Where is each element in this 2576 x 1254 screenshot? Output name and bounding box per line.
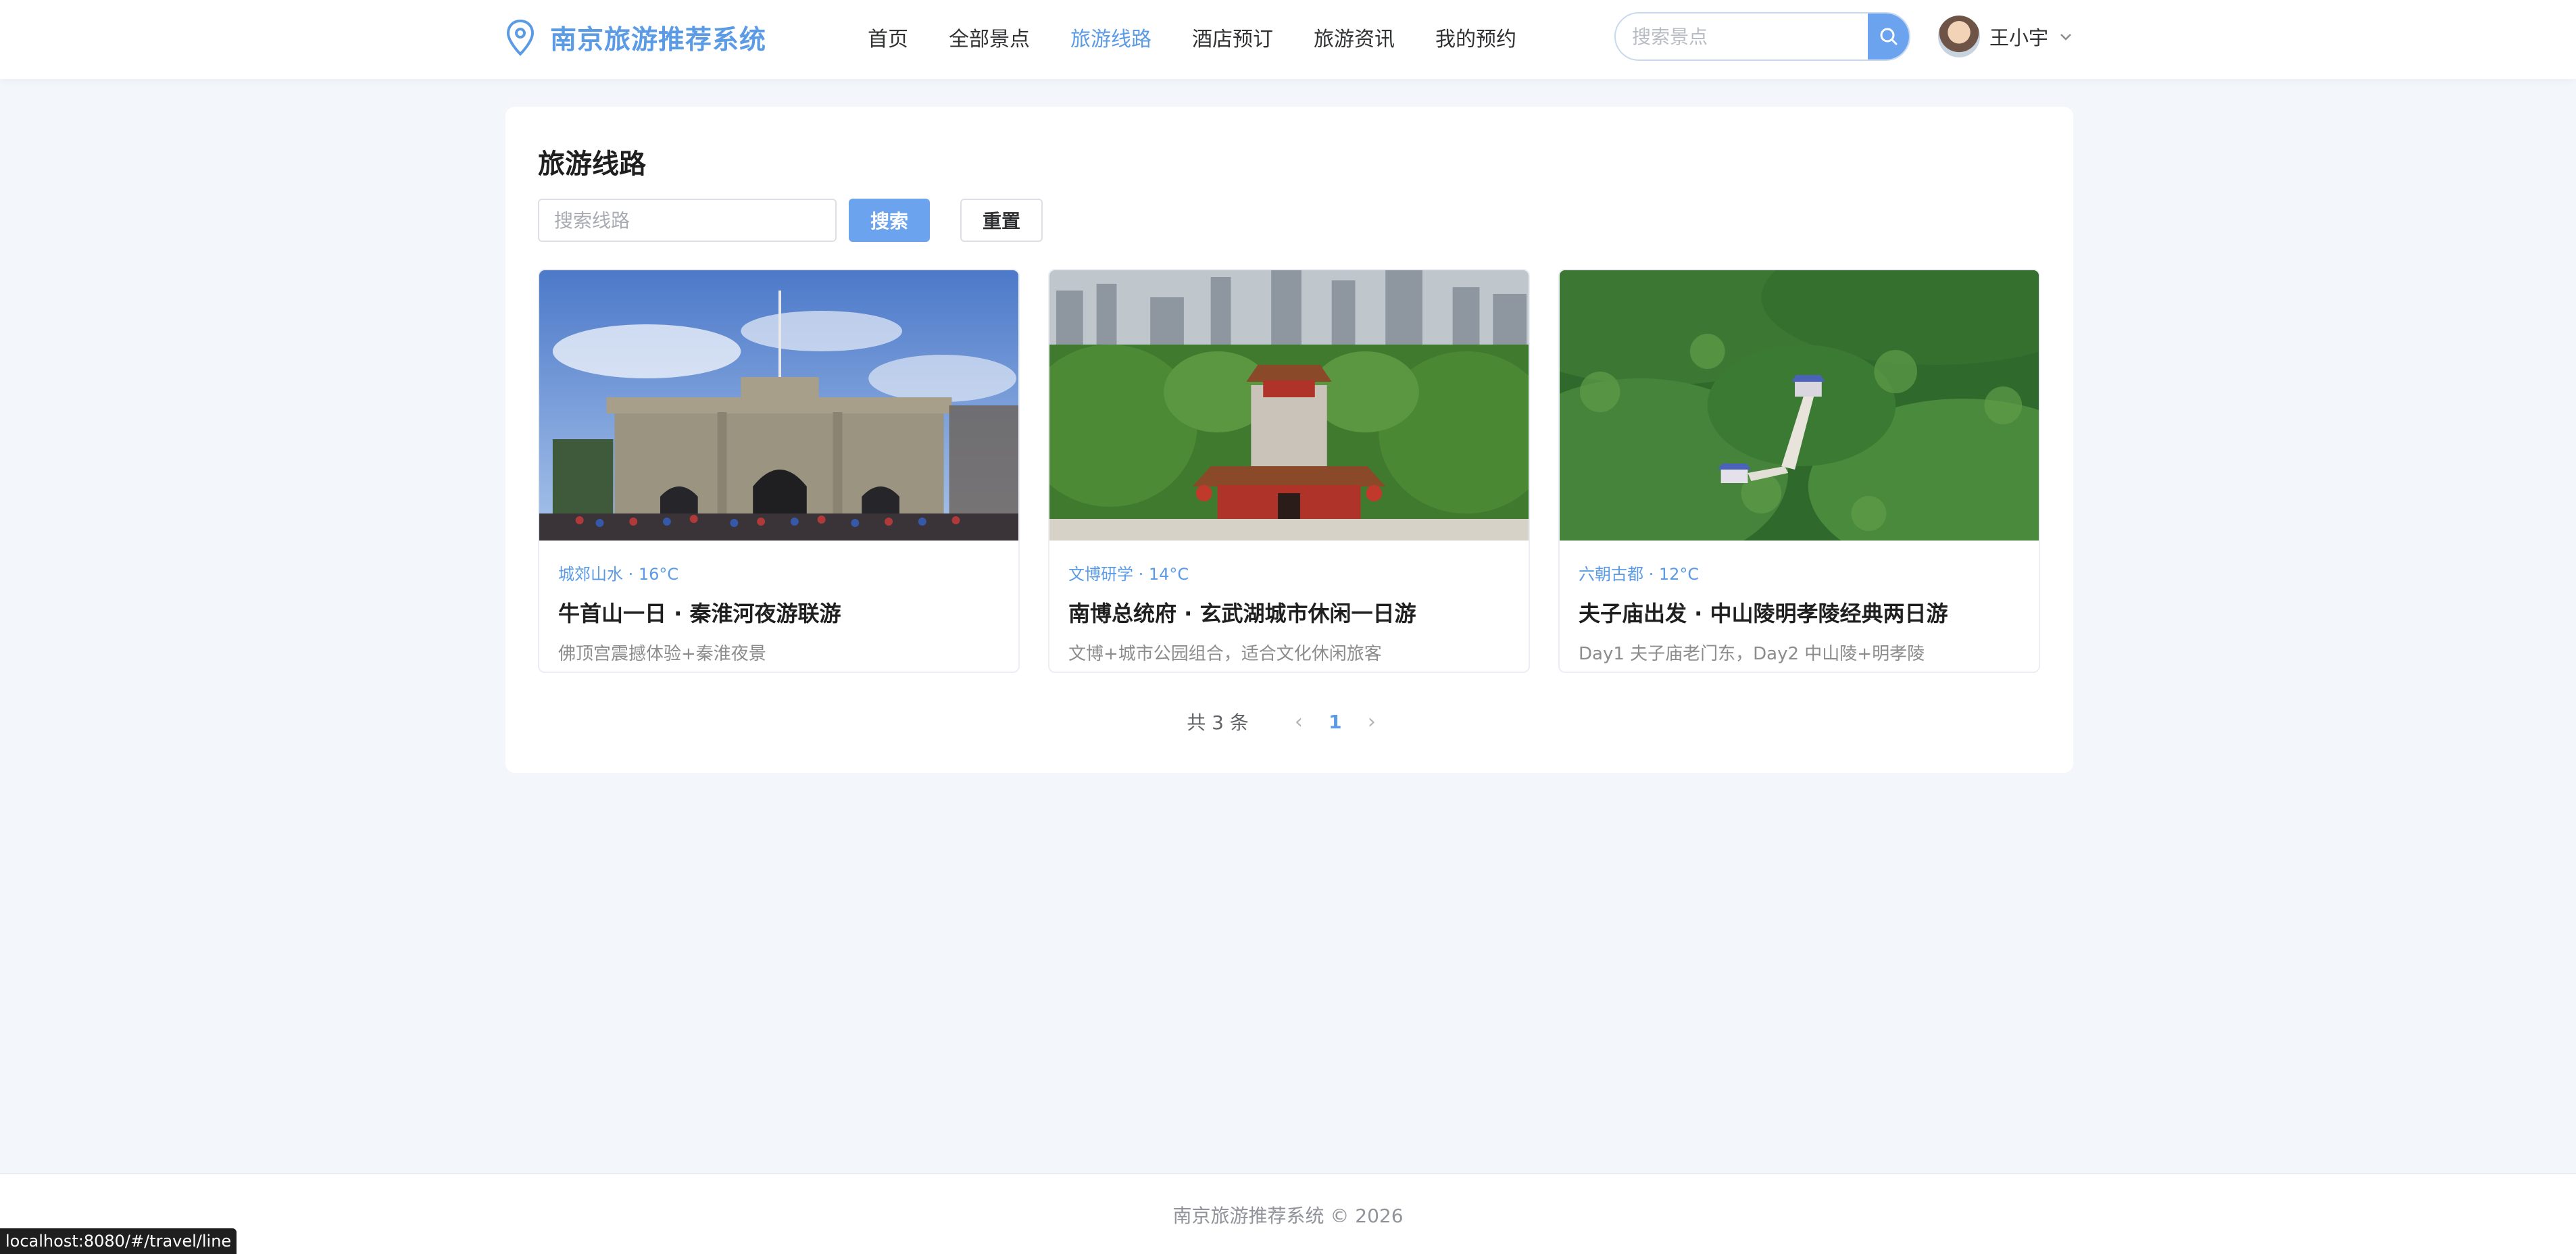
- pagination: 共 3 条 ‹ 1 ›: [505, 707, 2073, 736]
- route-image: [1560, 270, 2039, 541]
- route-title: 南博总统府 · 玄武湖城市休闲一日游: [1068, 601, 1416, 626]
- spot-search-button[interactable]: [1868, 14, 1909, 59]
- search-button[interactable]: 搜索: [849, 199, 930, 242]
- app-title: 南京旅游推荐系统: [550, 25, 767, 55]
- footer: 南京旅游推荐系统 © 2026: [0, 1173, 2576, 1254]
- route-title: 牛首山一日 · 秦淮河夜游联游: [558, 601, 841, 626]
- nav-travel-news[interactable]: 旅游资讯: [1314, 22, 1395, 52]
- route-description: Day1 夫子庙老门东，Day2 中山陵+明孝陵: [1579, 644, 1925, 664]
- chevron-left-icon[interactable]: ‹: [1279, 710, 1319, 734]
- route-image: [539, 270, 1018, 541]
- nav-travel-routes[interactable]: 旅游线路: [1070, 22, 1151, 52]
- logo[interactable]: 南京旅游推荐系统: [505, 18, 766, 58]
- nav-hotel-booking[interactable]: 酒店预订: [1192, 22, 1273, 52]
- route-description: 文博+城市公园组合，适合文化休闲旅客: [1068, 644, 1382, 664]
- location-pin-icon: [506, 19, 535, 56]
- chevron-right-icon[interactable]: ›: [1352, 710, 1392, 734]
- routes-panel: 旅游线路 搜索 重置: [505, 107, 2073, 773]
- route-meta: 城郊山水 · 16°C: [558, 565, 679, 584]
- route-card[interactable]: 文博研学 · 14°C 南博总统府 · 玄武湖城市休闲一日游 文博+城市公园组合…: [1048, 269, 1530, 673]
- user-name: 王小宇: [1989, 26, 2049, 49]
- route-meta: 六朝古都 · 12°C: [1579, 565, 1700, 584]
- user-menu[interactable]: 王小宇: [1938, 15, 2074, 58]
- nav-all-spots[interactable]: 全部景点: [949, 22, 1030, 52]
- footer-copyright: 南京旅游推荐系统 © 2026: [1172, 1205, 1404, 1227]
- nav-home[interactable]: 首页: [868, 22, 908, 52]
- chevron-down-icon: [2060, 34, 2071, 41]
- page-number[interactable]: 1: [1319, 711, 1352, 733]
- page-title: 旅游线路: [538, 149, 646, 180]
- avatar[interactable]: [1938, 16, 1980, 57]
- search-icon: [1880, 28, 1897, 45]
- route-image: [1049, 270, 1529, 541]
- route-card[interactable]: 六朝古都 · 12°C 夫子庙出发 · 中山陵明孝陵经典两日游 Day1 夫子庙…: [1558, 269, 2040, 673]
- route-meta: 文博研学 · 14°C: [1068, 565, 1189, 584]
- spot-search-input[interactable]: [1616, 14, 1868, 59]
- spot-search: [1614, 12, 1910, 61]
- route-card[interactable]: 城郊山水 · 16°C 牛首山一日 · 秦淮河夜游联游 佛顶宫震撼体验+秦淮夜景: [538, 269, 1020, 673]
- top-header: 南京旅游推荐系统 首页 全部景点 旅游线路 酒店预订 旅游资讯 我的预约 王小宇: [0, 0, 2576, 79]
- route-search-input[interactable]: [538, 199, 837, 242]
- pagination-total: 共 3 条: [1187, 711, 1249, 734]
- status-bar-url: localhost:8080/#/travel/line: [0, 1228, 237, 1254]
- route-description: 佛顶宫震撼体验+秦淮夜景: [558, 644, 766, 664]
- route-card-list: 城郊山水 · 16°C 牛首山一日 · 秦淮河夜游联游 佛顶宫震撼体验+秦淮夜景: [538, 269, 2041, 673]
- route-title: 夫子庙出发 · 中山陵明孝陵经典两日游: [1579, 601, 1948, 626]
- reset-button[interactable]: 重置: [960, 199, 1043, 242]
- main-nav: 首页 全部景点 旅游线路 酒店预订 旅游资讯 我的预约: [868, 20, 1516, 54]
- nav-my-bookings[interactable]: 我的预约: [1435, 22, 1516, 52]
